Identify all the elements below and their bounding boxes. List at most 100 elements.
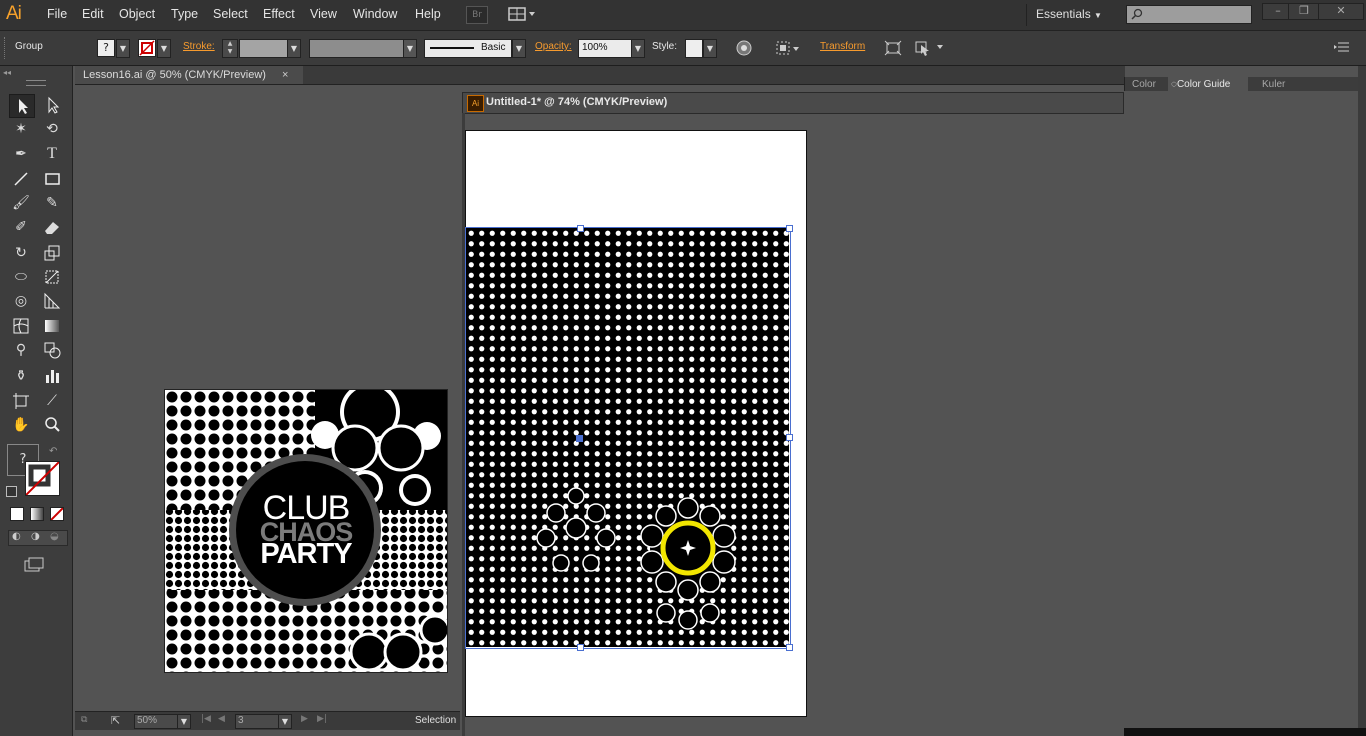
- tab-kuler[interactable]: Kuler: [1262, 79, 1285, 90]
- handle-bottom-right[interactable]: [786, 644, 793, 651]
- tab-color[interactable]: Color: [1132, 79, 1156, 90]
- handle-top-right[interactable]: [786, 225, 793, 232]
- current-tool-status[interactable]: Selection: [415, 715, 456, 726]
- pen-tool[interactable]: ✒: [9, 143, 33, 165]
- paintbrush-tool[interactable]: 🖌: [9, 192, 33, 214]
- slice-tool[interactable]: ⟋: [40, 390, 64, 412]
- handle-middle-right[interactable]: [786, 434, 793, 441]
- menu-type[interactable]: Type: [171, 7, 198, 21]
- variable-width-dropdown[interactable]: ▼: [403, 39, 417, 58]
- tab-color-guide[interactable]: ◌Color Guide: [1171, 79, 1230, 90]
- control-panel-menu-button[interactable]: [1334, 41, 1350, 56]
- isolate-group-button[interactable]: [884, 39, 902, 60]
- stroke-weight-dropdown[interactable]: ▼: [287, 39, 301, 58]
- blend-tool[interactable]: [40, 339, 64, 361]
- first-artboard-icon[interactable]: |◀: [201, 714, 211, 724]
- zoom-tool[interactable]: [40, 414, 64, 436]
- share-icon[interactable]: ⇱: [111, 714, 120, 727]
- artboard-tool[interactable]: [9, 390, 33, 412]
- drawing-modes[interactable]: ◐ ◑ ◒: [8, 530, 68, 546]
- graphic-style-swatch[interactable]: [685, 39, 703, 58]
- opacity-dropdown[interactable]: ▼: [631, 39, 645, 58]
- tab-lesson16[interactable]: Lesson16.ai @ 50% (CMYK/Preview) ×: [75, 66, 303, 84]
- selection-bounding-box[interactable]: [465, 227, 791, 649]
- rectangle-tool[interactable]: [40, 168, 64, 190]
- select-similar-button[interactable]: [913, 39, 949, 60]
- gradient-tool[interactable]: [40, 315, 64, 337]
- workspace-switcher[interactable]: Essentials ▼: [1036, 7, 1102, 21]
- previous-artboard-icon[interactable]: ◀: [218, 714, 225, 724]
- menu-select[interactable]: Select: [213, 7, 248, 21]
- color-mode-button[interactable]: [10, 507, 24, 521]
- handle-top-center[interactable]: [577, 225, 584, 232]
- screen-mode-button[interactable]: [23, 556, 47, 577]
- lasso-tool[interactable]: ⟲: [40, 118, 64, 140]
- blob-brush-tool[interactable]: ✐: [9, 216, 33, 238]
- brush-definition[interactable]: Basic: [424, 39, 512, 58]
- draw-behind-icon[interactable]: ◑: [31, 531, 40, 542]
- transform-link[interactable]: Transform: [820, 41, 865, 52]
- status-icon-1[interactable]: ⧉: [81, 715, 99, 726]
- bridge-button[interactable]: Br: [466, 6, 488, 24]
- mesh-tool[interactable]: [9, 315, 33, 337]
- next-artboard-icon[interactable]: ▶: [301, 714, 308, 724]
- last-artboard-icon[interactable]: ▶|: [317, 714, 327, 724]
- handle-bottom-center[interactable]: [577, 644, 584, 651]
- zoom-input[interactable]: 50%: [134, 714, 178, 729]
- menu-edit[interactable]: Edit: [82, 7, 104, 21]
- direct-selection-tool[interactable]: [40, 94, 64, 116]
- scale-tool[interactable]: [40, 242, 64, 264]
- menu-file[interactable]: File: [47, 7, 67, 21]
- menu-effect[interactable]: Effect: [263, 7, 295, 21]
- draw-normal-icon[interactable]: ◐: [12, 531, 21, 542]
- width-tool[interactable]: ⬭: [9, 266, 33, 288]
- stroke-weight-stepper[interactable]: ▲ ▼: [222, 39, 238, 58]
- recolor-artwork-button[interactable]: [735, 39, 753, 60]
- artboard-number-input[interactable]: 3: [235, 714, 279, 729]
- grip-handle[interactable]: [4, 37, 7, 59]
- free-transform-tool[interactable]: [40, 266, 64, 288]
- stroke-dropdown[interactable]: ▼: [157, 39, 171, 58]
- style-dropdown[interactable]: ▼: [703, 39, 717, 58]
- opacity-input[interactable]: 100%: [578, 39, 632, 58]
- variable-width-profile[interactable]: [309, 39, 404, 58]
- shape-builder-tool[interactable]: ◎: [9, 290, 33, 312]
- collapse-toolbox-icon[interactable]: ◂◂: [3, 68, 11, 77]
- artboard-dropdown[interactable]: ▼: [278, 714, 292, 729]
- fill-dropdown[interactable]: ▼: [116, 39, 130, 58]
- stroke-weight-input[interactable]: [239, 39, 288, 58]
- draw-inside-icon[interactable]: ◒: [50, 531, 59, 542]
- pencil-tool[interactable]: ✎: [40, 192, 64, 214]
- poster-artboard[interactable]: CLUB CHAOS PARTY: [164, 389, 448, 673]
- stroke-swatch[interactable]: [138, 39, 156, 57]
- close-button[interactable]: ✕: [1318, 3, 1364, 20]
- menu-object[interactable]: Object: [119, 7, 155, 21]
- line-tool[interactable]: [9, 168, 33, 190]
- brush-dropdown[interactable]: ▼: [512, 39, 526, 58]
- selection-tool[interactable]: [9, 94, 35, 118]
- rotate-tool[interactable]: ↻: [9, 242, 33, 264]
- symbol-sprayer-tool[interactable]: ⚱: [9, 365, 33, 387]
- menu-view[interactable]: View: [310, 7, 337, 21]
- restore-button[interactable]: ❐: [1288, 3, 1320, 20]
- align-button[interactable]: [775, 39, 801, 60]
- none-mode-button[interactable]: [50, 507, 64, 521]
- swap-fill-stroke-icon[interactable]: ↶: [49, 446, 57, 457]
- eraser-tool[interactable]: [40, 216, 64, 238]
- stroke-color-box[interactable]: [25, 461, 60, 496]
- search-input[interactable]: [1126, 5, 1252, 24]
- opacity-label[interactable]: Opacity:: [535, 41, 572, 52]
- zoom-dropdown[interactable]: ▼: [177, 714, 191, 729]
- eyedropper-tool[interactable]: ⚲: [9, 339, 33, 361]
- hand-tool[interactable]: ✋: [9, 414, 33, 436]
- stroke-label[interactable]: Stroke:: [183, 41, 215, 52]
- toolbox-grip[interactable]: [26, 80, 46, 86]
- document-window-title-bar[interactable]: Ai Untitled-1* @ 74% (CMYK/Preview): [462, 92, 1124, 114]
- gradient-mode-button[interactable]: [30, 507, 44, 521]
- close-tab-icon[interactable]: ×: [282, 66, 288, 84]
- magic-wand-tool[interactable]: ✶: [9, 118, 33, 140]
- default-fill-stroke-icon[interactable]: [6, 486, 17, 497]
- column-graph-tool[interactable]: [40, 365, 64, 387]
- type-tool[interactable]: T: [40, 143, 64, 165]
- arrange-documents-button[interactable]: [508, 6, 536, 22]
